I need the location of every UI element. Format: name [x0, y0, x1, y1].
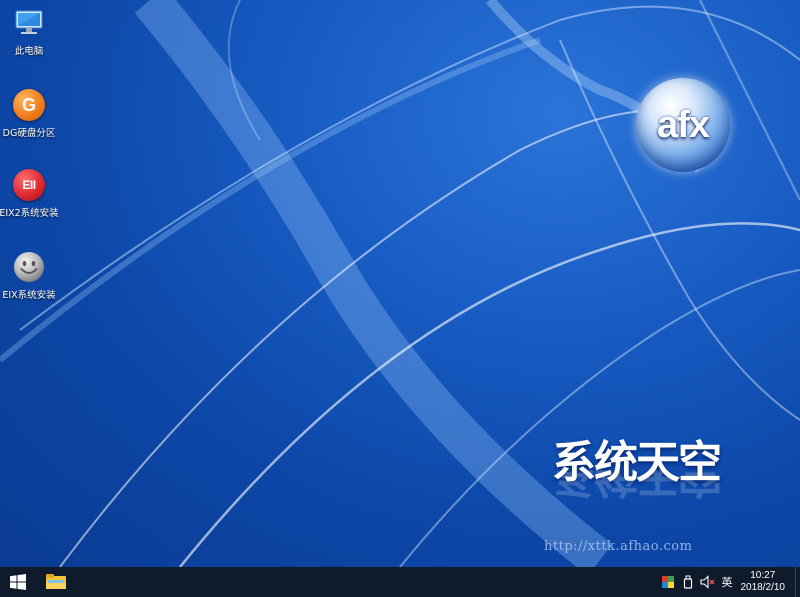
system-tray: 英 10:27 2018/2/10	[658, 567, 800, 597]
tray-usb-device[interactable]	[680, 567, 696, 597]
windows-start-icon	[10, 574, 26, 590]
afx-logo: afx	[636, 78, 730, 172]
eix-installer-icon	[12, 250, 46, 284]
desktop-icon-eix-install[interactable]: EIX系统安装	[0, 250, 58, 301]
brand-block: 系统天空 系统天空	[552, 438, 752, 501]
tray-color-palette[interactable]	[660, 567, 676, 597]
taskbar-clock[interactable]: 10:27 2018/2/10	[741, 570, 786, 594]
brand-url: http://xttk.afhao.com	[544, 539, 693, 554]
taskbar-file-explorer-button[interactable]	[36, 567, 76, 597]
clock-date: 2018/2/10	[740, 582, 786, 593]
desktop-icon-dg-partition[interactable]: G DG硬盘分区	[0, 88, 58, 139]
brand-title-reflection: 系统天空	[552, 470, 720, 500]
taskbar: 英 10:27 2018/2/10	[0, 567, 800, 597]
usb-device-icon	[683, 575, 692, 589]
color-palette-icon	[661, 576, 674, 588]
desktop-icon-eix2-install[interactable]: EII EIX2系统安装	[0, 168, 59, 219]
this-pc-icon	[12, 6, 46, 40]
ime-language-indicator[interactable]: 英	[722, 574, 733, 590]
desktop-icon-label: EIX系统安装	[2, 290, 56, 301]
eix2-glyph: EII	[13, 169, 45, 201]
desktop-icon-this-pc[interactable]: 此电脑	[0, 6, 58, 57]
eix2-installer-icon: EII	[12, 168, 46, 202]
start-button[interactable]	[0, 567, 36, 597]
desktop-icon-label: 此电脑	[14, 46, 44, 57]
file-explorer-icon	[46, 574, 66, 589]
show-desktop-button[interactable]	[795, 567, 800, 597]
desktop-icon-label: EIX2系统安装	[0, 208, 59, 219]
clock-time: 10:27	[750, 570, 776, 581]
desktop[interactable]: 此电脑 G DG硬盘分区 EII EIX2系统安装 EIX系统安装 afx 系统…	[0, 0, 800, 567]
diskgenius-glyph: G	[13, 89, 45, 121]
diskgenius-icon: G	[12, 88, 46, 122]
volume-muted-icon	[699, 575, 714, 589]
tray-volume[interactable]	[699, 567, 716, 597]
afx-logo-text: afx	[657, 103, 710, 146]
desktop-icon-label: DG硬盘分区	[2, 128, 56, 139]
